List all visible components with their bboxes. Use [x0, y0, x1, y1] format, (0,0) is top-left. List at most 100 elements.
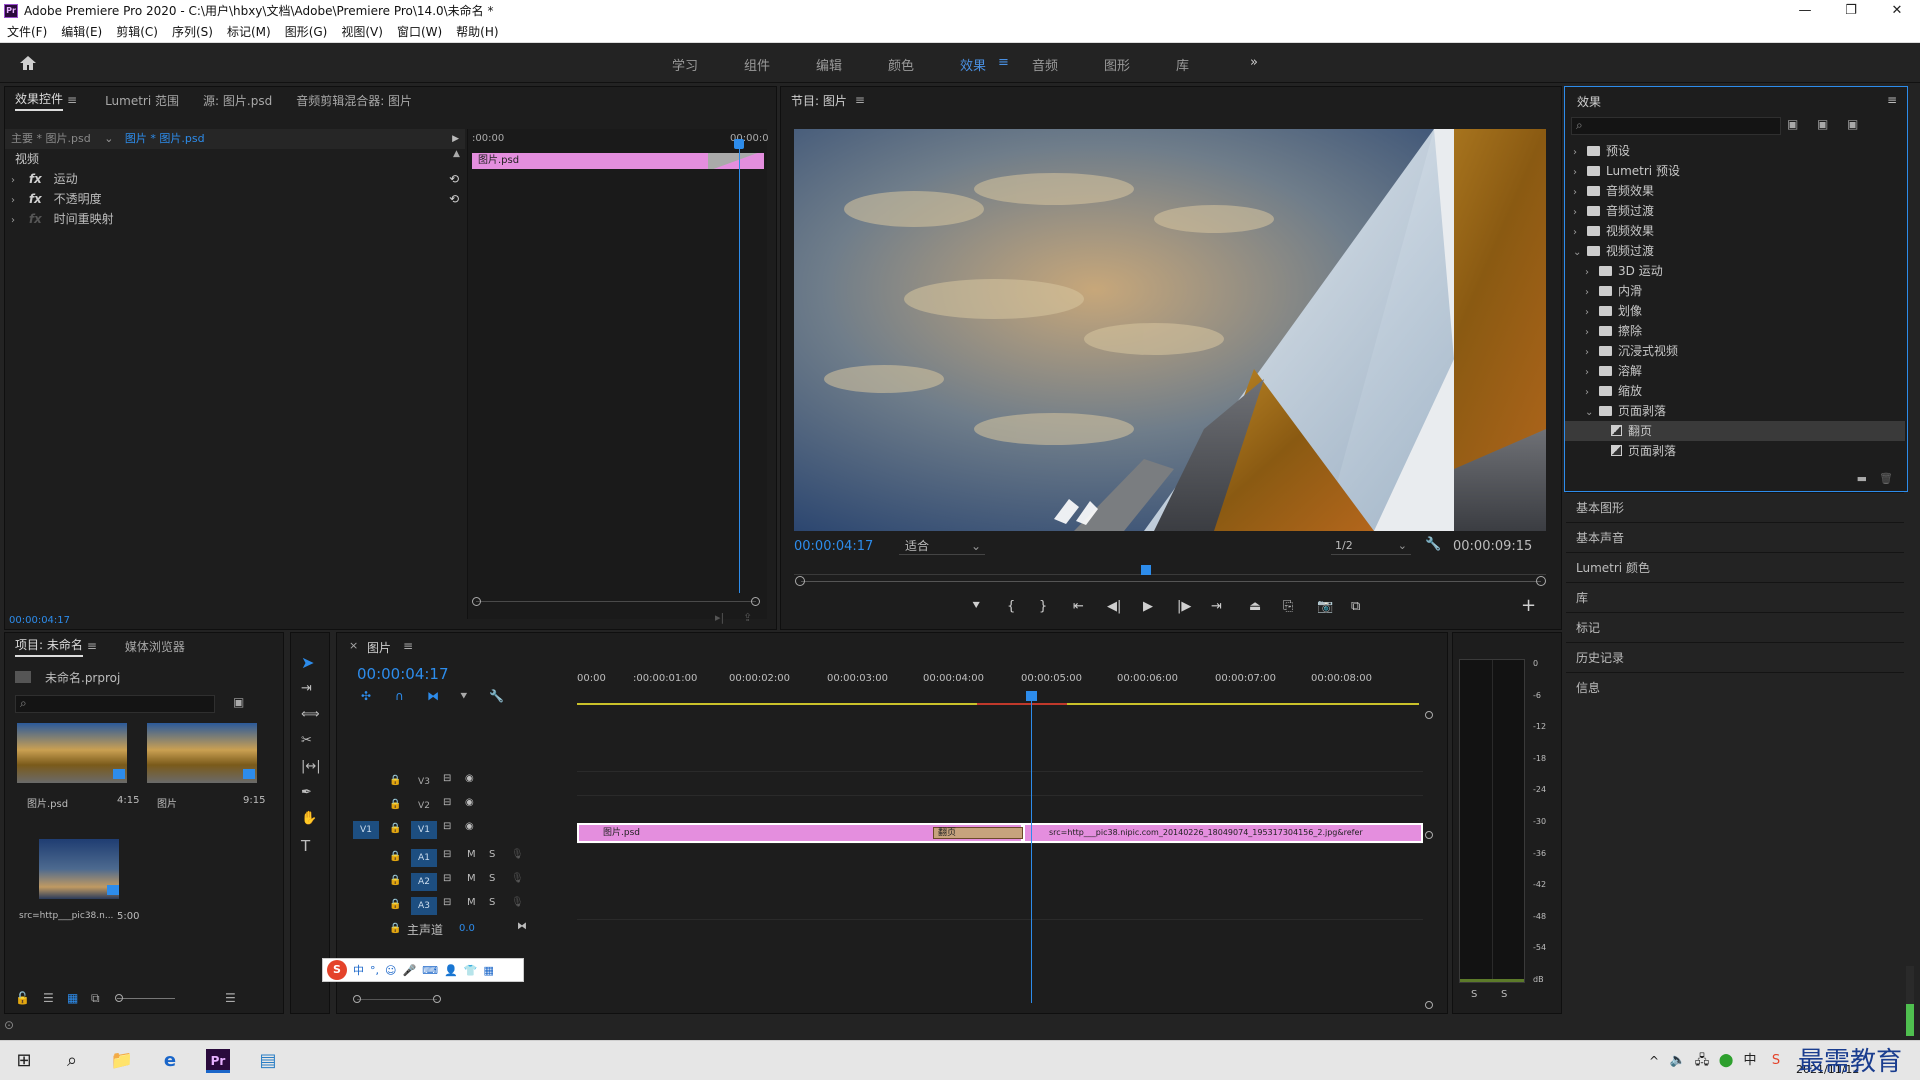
- file-explorer-icon[interactable]: 📁: [110, 1049, 134, 1073]
- workspace-learn[interactable]: 学习: [672, 55, 698, 74]
- fx-badge-icon[interactable]: fx: [29, 172, 42, 186]
- track-target-v3[interactable]: V3: [411, 773, 437, 791]
- sync-lock-icon[interactable]: ⊟: [443, 797, 451, 808]
- add-marker-icon[interactable]: ⯆: [971, 599, 981, 614]
- premiere-taskbar-icon[interactable]: Pr: [206, 1049, 230, 1073]
- resolution-dropdown[interactable]: 1/2 ⌄: [1331, 537, 1411, 555]
- tray-network-icon[interactable]: 🖧: [1690, 1049, 1714, 1073]
- mark-in-icon[interactable]: {: [1007, 599, 1015, 614]
- delete-icon[interactable]: 🗑: [1879, 472, 1893, 485]
- ime-chinese-icon[interactable]: 中: [353, 962, 364, 978]
- track-target-a2[interactable]: A2: [411, 873, 437, 891]
- eye-icon[interactable]: ◉: [465, 797, 474, 808]
- fx-row-opacity[interactable]: › fx 不透明度 ⟲: [11, 189, 467, 209]
- mic-icon[interactable]: 🎙: [511, 873, 524, 884]
- effects-tree-item[interactable]: 页面剥落: [1565, 441, 1905, 461]
- scroll-up-arrow-icon[interactable]: ▲: [453, 149, 460, 159]
- go-to-out-icon[interactable]: ⇥: [1211, 599, 1222, 614]
- freeform-view-icon[interactable]: ⧉: [91, 991, 100, 1006]
- panel-markers[interactable]: 标记: [1566, 612, 1904, 642]
- menu-help[interactable]: 帮助(H): [456, 23, 498, 40]
- effects-tree-item[interactable]: › 预设: [1565, 141, 1905, 161]
- ime-keyboard-icon[interactable]: ⌨: [422, 964, 438, 977]
- play-icon[interactable]: ▶: [1143, 599, 1153, 614]
- effects-tree-item[interactable]: ⌄ 页面剥落: [1565, 401, 1905, 421]
- chevron-right-icon[interactable]: ›: [1573, 203, 1587, 223]
- meter-solo-right[interactable]: S: [1501, 989, 1507, 1000]
- mic-icon[interactable]: 🎙: [511, 849, 524, 860]
- close-tab-icon[interactable]: ×: [349, 639, 358, 652]
- extract-icon[interactable]: ⎘: [1283, 599, 1293, 614]
- sync-lock-icon[interactable]: ⊟: [443, 849, 451, 860]
- mute-button[interactable]: M: [467, 849, 476, 860]
- vertical-zoom-handle[interactable]: [1425, 1001, 1433, 1009]
- sequence-clip-label[interactable]: 图片 * 图片.psd: [125, 132, 205, 145]
- ec-playhead-handle[interactable]: [734, 139, 744, 149]
- chevron-right-icon[interactable]: ›: [1573, 163, 1587, 183]
- ime-punctuation-icon[interactable]: °,: [370, 964, 379, 977]
- lock-icon[interactable]: 🔒: [389, 875, 401, 886]
- clip-dropdown-icon[interactable]: ⌄: [104, 132, 113, 145]
- workspace-libraries[interactable]: 库: [1176, 55, 1189, 74]
- program-zoom-handle-right[interactable]: [1536, 576, 1546, 586]
- menu-clip[interactable]: 剪辑(C): [116, 23, 158, 40]
- ec-timecode[interactable]: 00:00:04:17: [9, 615, 70, 626]
- source-patch-v1[interactable]: V1: [353, 821, 379, 839]
- lock-icon[interactable]: 🔓: [15, 991, 30, 1005]
- menu-graphics[interactable]: 图形(G): [285, 23, 328, 40]
- tray-ime-icon[interactable]: 中: [1738, 1049, 1762, 1073]
- mic-icon[interactable]: 🎙: [511, 897, 524, 908]
- program-monitor-title[interactable]: 节目: 图片: [791, 92, 847, 109]
- filter-icon[interactable]: ▸|: [715, 611, 724, 624]
- export-icon[interactable]: ⇪: [743, 611, 752, 624]
- horizontal-zoom-handle-left[interactable]: [353, 995, 361, 1003]
- workspace-menu-icon[interactable]: ≡: [998, 55, 1009, 70]
- solo-button[interactable]: S: [489, 849, 495, 860]
- snap-icon[interactable]: ∩: [395, 689, 404, 703]
- ime-user-icon[interactable]: 👤: [444, 964, 458, 977]
- mute-button[interactable]: M: [467, 897, 476, 908]
- expand-chevron-icon[interactable]: ›: [11, 191, 25, 211]
- track-target-v2[interactable]: V2: [411, 797, 437, 815]
- effects-tree-item[interactable]: › 音频效果: [1565, 181, 1905, 201]
- sync-lock-icon[interactable]: ⊟: [443, 773, 451, 784]
- selection-tool-icon[interactable]: ➤: [301, 653, 314, 672]
- effects-tree-item[interactable]: › 视频效果: [1565, 221, 1905, 241]
- tab-menu-icon[interactable]: ≡: [67, 93, 77, 107]
- workspace-graphics[interactable]: 图形: [1104, 55, 1130, 74]
- list-view-icon[interactable]: ☰: [43, 991, 54, 1005]
- ime-tools-icon[interactable]: ▦: [483, 964, 493, 977]
- ime-voice-icon[interactable]: 🎤: [402, 964, 416, 977]
- workspace-effects[interactable]: 效果: [960, 55, 986, 74]
- 32bit-effects-icon[interactable]: ▣: [1817, 117, 1828, 131]
- timeline-tab[interactable]: 图片: [367, 639, 391, 656]
- app-taskbar-icon[interactable]: ▤: [256, 1049, 280, 1073]
- maximize-icon[interactable]: ❐: [1828, 0, 1874, 21]
- lock-icon[interactable]: 🔒: [389, 823, 401, 834]
- ec-playhead[interactable]: [739, 143, 740, 593]
- ime-emoji-icon[interactable]: ☺: [385, 964, 396, 977]
- effects-tree-item[interactable]: › 划像: [1565, 301, 1905, 321]
- chevron-right-icon[interactable]: ›: [1585, 383, 1599, 403]
- effects-tree-item[interactable]: 翻页: [1565, 421, 1905, 441]
- eye-icon[interactable]: ◉: [465, 773, 474, 784]
- workspace-assembly[interactable]: 组件: [744, 55, 770, 74]
- close-icon[interactable]: ✕: [1874, 0, 1920, 21]
- effects-tree-item[interactable]: › 3D 运动: [1565, 261, 1905, 281]
- lock-icon[interactable]: 🔒: [389, 899, 401, 910]
- workspace-color[interactable]: 颜色: [888, 55, 914, 74]
- ec-transition-bar[interactable]: [708, 153, 764, 169]
- meter-solo-left[interactable]: S: [1471, 989, 1477, 1000]
- tray-speaker-icon[interactable]: 🔈: [1666, 1049, 1690, 1073]
- razor-tool-icon[interactable]: ✂: [301, 733, 312, 748]
- effects-panel-title[interactable]: 效果: [1577, 93, 1601, 110]
- ec-zoom-handle-left[interactable]: [472, 597, 481, 606]
- menu-sequence[interactable]: 序列(S): [172, 23, 213, 40]
- linked-selection-icon[interactable]: ⧓: [427, 689, 439, 703]
- ime-skin-icon[interactable]: 👕: [464, 964, 478, 977]
- timeline-playhead[interactable]: [1031, 693, 1032, 1003]
- add-button-icon[interactable]: +: [1521, 595, 1536, 616]
- yuv-effects-icon[interactable]: ▣: [1847, 117, 1858, 131]
- project-item[interactable]: src=http___pic38.n... 5:00: [17, 839, 147, 949]
- chevron-right-icon[interactable]: ›: [1573, 143, 1587, 163]
